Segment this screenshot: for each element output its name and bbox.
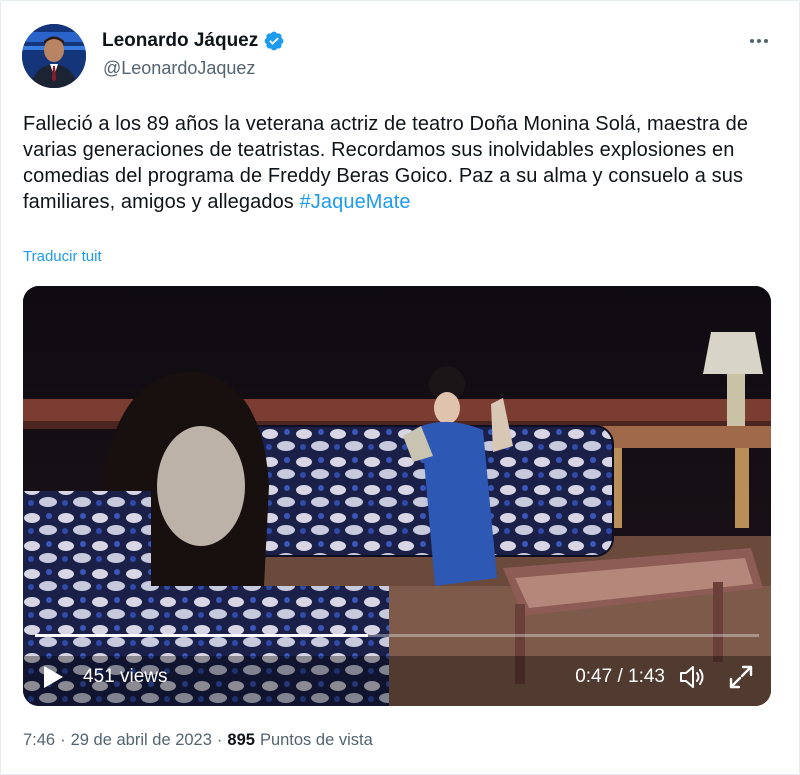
play-icon[interactable] — [41, 664, 65, 690]
view-count-label: Puntos de vista — [259, 731, 373, 749]
view-count: 895 — [227, 731, 255, 749]
more-options-icon[interactable] — [746, 31, 772, 51]
video-frame — [23, 286, 771, 706]
tweet-text: Falleció a los 89 años la veterana actri… — [23, 111, 763, 215]
translate-tweet-link[interactable]: Traducir tuit — [23, 248, 102, 265]
separator-dot: · — [216, 731, 223, 749]
tweet-metadata: 7:46 · 29 de abril de 2023 · 895 Puntos … — [23, 731, 373, 750]
video-timecode: 0:47 / 1:43 — [575, 666, 665, 687]
avatar[interactable] — [22, 24, 86, 88]
author-name-row[interactable]: Leonardo Jáquez — [102, 30, 285, 52]
video-player[interactable]: 451 views 0:47 / 1:43 — [23, 286, 771, 706]
author-handle[interactable]: @LeonardoJaquez — [103, 58, 255, 79]
tweet-time[interactable]: 7:46 — [23, 731, 55, 750]
avatar-image — [22, 24, 86, 88]
video-progress-bar[interactable] — [35, 634, 759, 637]
volume-icon[interactable] — [678, 664, 706, 690]
separator-dot: · — [60, 731, 66, 749]
author-display-name[interactable]: Leonardo Jáquez — [102, 30, 258, 52]
tweet-card: Leonardo Jáquez @LeonardoJaquez Falleció… — [0, 0, 800, 775]
hashtag-link[interactable]: #JaqueMate — [300, 191, 411, 213]
fullscreen-icon[interactable] — [728, 664, 754, 690]
verified-badge-icon — [264, 31, 284, 51]
tweet-date[interactable]: 29 de abril de 2023 — [71, 731, 212, 750]
video-progress-fill — [35, 634, 369, 637]
video-view-count: 451 views — [83, 666, 168, 687]
